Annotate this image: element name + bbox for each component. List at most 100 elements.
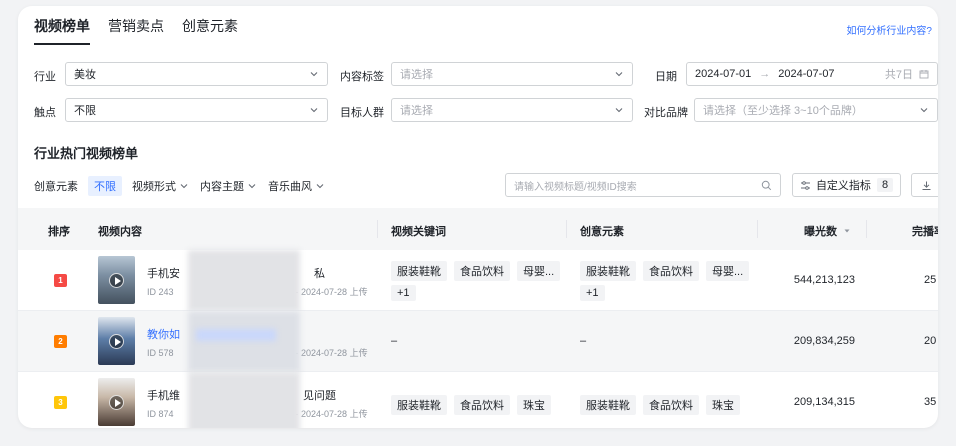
chevron-down-icon	[248, 184, 256, 189]
play-icon	[109, 273, 124, 288]
video-title[interactable]: 教你如	[147, 326, 180, 342]
search-icon	[761, 180, 772, 190]
download-button[interactable]	[911, 173, 938, 197]
table-row[interactable]: 1 手机安 私 ID 243 · 2024-07-28 上传 服装鞋靴 食品饮料 母…	[18, 250, 938, 311]
format-filter[interactable]: 视频形式	[132, 178, 189, 194]
exposure-value: 209,134,315	[793, 396, 855, 408]
creative-tag: 服装鞋靴	[580, 261, 636, 281]
exposure-value: 544,213,123	[793, 274, 855, 286]
creative-more-tag[interactable]: +1	[580, 285, 605, 301]
help-link[interactable]: 如何分析行业内容?	[846, 22, 932, 37]
industry-select[interactable]: 美妆	[65, 62, 328, 86]
rank-badge: 3	[54, 396, 67, 409]
tab-video-ranking[interactable]: 视频榜单	[34, 16, 90, 45]
redacted-link	[196, 329, 276, 341]
video-title-start: 教你如	[147, 329, 180, 341]
chevron-down-icon	[180, 184, 188, 189]
creative-tag: 食品饮料	[643, 261, 699, 281]
date-label: 日期	[655, 71, 677, 83]
video-title-end: 见问题	[303, 390, 336, 402]
creative-tag: 母婴...	[706, 261, 750, 281]
video-title-start: 手机安	[147, 268, 180, 280]
keyword-tags: 服装鞋靴 食品饮料 珠宝	[391, 395, 571, 415]
creative-filter-chip[interactable]: 不限	[88, 176, 122, 196]
video-id: ID 578	[147, 348, 174, 358]
calendar-icon	[919, 70, 929, 79]
redacted-region	[188, 372, 300, 428]
format-filter-label: 视频形式	[132, 181, 176, 193]
touchpoint-value: 不限	[74, 105, 96, 117]
keyword-tag: 服装鞋靴	[391, 395, 447, 415]
touchpoint-label: 触点	[34, 107, 56, 119]
creative-empty: –	[580, 335, 587, 347]
metric-count-badge: 8	[876, 178, 894, 192]
brand-compare-select[interactable]: 请选择（至少选择 3~10个品牌）	[694, 98, 938, 122]
theme-filter-label: 内容主题	[200, 181, 244, 193]
music-filter-label: 音乐曲风	[268, 181, 312, 193]
completion-value: 20	[924, 335, 937, 347]
video-title-end: 私	[314, 268, 325, 280]
tab-selling-points[interactable]: 营销卖点	[108, 16, 164, 45]
brand-compare-label: 对比品牌	[644, 107, 688, 119]
play-icon	[109, 395, 124, 410]
creative-tag: 服装鞋靴	[580, 395, 636, 415]
date-arrow: →	[759, 68, 771, 80]
upload-date: · 2024-07-28 上传	[295, 348, 368, 358]
col-content: 视频内容	[98, 226, 142, 238]
creative-tags: 服装鞋靴 食品饮料 珠宝	[580, 395, 760, 415]
custom-metrics-button[interactable]: 自定义指标 8	[792, 173, 901, 197]
chevron-down-icon	[310, 72, 318, 77]
keyword-more-tag[interactable]: +1	[391, 285, 416, 301]
table-header: 排序 视频内容 视频关键词 创意元素 曝光数 完播率	[18, 208, 938, 250]
col-completion: 完播率	[912, 226, 938, 238]
music-filter[interactable]: 音乐曲风	[268, 178, 325, 194]
col-rank: 排序	[48, 226, 70, 238]
date-range-picker[interactable]: 2024-07-01 → 2024-07-07 共7日	[686, 62, 938, 86]
completion-value: 25	[924, 274, 937, 286]
table-row[interactable]: 2 教你如 ID 578 · 2024-07-28 上传 – – 209,834,…	[18, 311, 938, 372]
col-keywords: 视频关键词	[391, 226, 446, 238]
audience-placeholder: 请选择	[400, 105, 433, 117]
rank-badge: 2	[54, 335, 67, 348]
keyword-tag: 服装鞋靴	[391, 261, 447, 281]
upload-date: · 2024-07-28 上传	[295, 409, 368, 419]
play-icon	[109, 334, 124, 349]
redacted-region	[188, 311, 300, 372]
col-exposure-label: 曝光数	[804, 226, 837, 238]
chevron-down-icon	[310, 108, 318, 113]
video-thumbnail[interactable]	[98, 317, 135, 365]
date-end: 2024-07-07	[778, 68, 835, 80]
video-search-input[interactable]: 请输入视频标题/视频ID搜索	[505, 173, 781, 197]
upload-date: · 2024-07-28 上传	[295, 287, 368, 297]
content-tag-label: 内容标签	[340, 71, 384, 83]
video-thumbnail[interactable]	[98, 256, 135, 304]
col-creative: 创意元素	[580, 226, 624, 238]
content-tag-select[interactable]: 请选择	[391, 62, 633, 86]
date-start: 2024-07-01	[695, 68, 752, 80]
audience-label: 目标人群	[340, 107, 384, 119]
keyword-tag: 食品饮料	[454, 261, 510, 281]
rank-badge: 1	[54, 274, 67, 287]
theme-filter[interactable]: 内容主题	[200, 178, 257, 194]
industry-value: 美妆	[74, 69, 96, 81]
download-icon	[922, 181, 930, 190]
chevron-down-icon	[920, 108, 928, 113]
section-title: 行业热门视频榜单	[34, 146, 139, 161]
chevron-down-icon	[316, 184, 324, 189]
tab-creative-elements[interactable]: 创意元素	[182, 16, 238, 45]
keyword-tags: 服装鞋靴 食品饮料 母婴... +1	[391, 261, 571, 301]
sort-desc-icon	[844, 229, 850, 233]
exposure-value: 209,834,259	[793, 335, 855, 347]
video-thumbnail[interactable]	[98, 378, 135, 426]
keyword-tag: 母婴...	[517, 261, 561, 281]
keyword-tag: 珠宝	[517, 395, 551, 415]
date-span: 共7日	[884, 69, 913, 81]
col-exposure[interactable]: 曝光数	[804, 223, 851, 239]
video-title-start: 手机维	[147, 390, 180, 402]
touchpoint-select[interactable]: 不限	[65, 98, 328, 122]
creative-filter-label: 创意元素	[34, 181, 78, 193]
audience-select[interactable]: 请选择	[391, 98, 633, 122]
table-row[interactable]: 3 手机维 见问题 ID 874 · 2024-07-28 上传 服装鞋靴 食品饮料…	[18, 372, 938, 428]
search-placeholder: 请输入视频标题/视频ID搜索	[514, 181, 637, 193]
video-id: ID 874	[147, 409, 174, 419]
